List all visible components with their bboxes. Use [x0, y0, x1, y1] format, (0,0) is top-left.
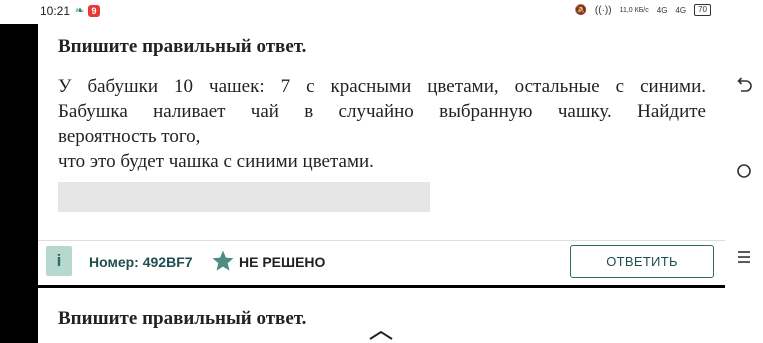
- mute-icon: 🔕: [574, 4, 587, 16]
- task-title: Впишите правильный ответ.: [58, 36, 307, 57]
- signal-icon-1: 4G: [656, 5, 668, 15]
- leaf-notification-icon: ❧: [75, 5, 85, 17]
- screen: 10:21 ❧ 9 🔕 ((·)) 11,0 КБ/с 4G 4G 70 Впи…: [0, 0, 763, 343]
- task-card: Впишите правильный ответ. У бабушки 10 ч…: [38, 24, 725, 240]
- status-indicators: 🔕 ((·)) 11,0 КБ/с 4G 4G 70: [574, 4, 711, 16]
- status-badge: НЕ РЕШЕНО: [239, 254, 326, 270]
- info-badge[interactable]: i: [46, 246, 72, 276]
- task-text: У бабушки 10 чашек: 7 с красными цветами…: [58, 74, 706, 174]
- task-info-bar: i Номер: 492BF7 НЕ РЕШЕНО ОТВЕТИТЬ: [38, 240, 725, 285]
- star-icon[interactable]: [211, 249, 235, 273]
- task-number: Номер: 492BF7: [89, 254, 193, 270]
- navigation-bar: [725, 0, 763, 343]
- next-task-card: Впишите правильный ответ.: [38, 288, 725, 343]
- answer-input[interactable]: [58, 182, 430, 212]
- app-notification-icon: 9: [88, 5, 100, 17]
- answer-button[interactable]: ОТВЕТИТЬ: [570, 245, 714, 278]
- task-text-line-2: Бабушка наливает чай в случайно выбранну…: [58, 101, 706, 122]
- signal-icon-2: 4G: [675, 5, 687, 15]
- menu-icon[interactable]: [735, 248, 753, 266]
- next-task-title: Впишите правильный ответ.: [58, 308, 307, 329]
- hotspot-icon: ((·)): [594, 4, 612, 16]
- status-time: 10:21: [40, 4, 71, 18]
- chevron-up-icon[interactable]: [368, 330, 394, 340]
- task-text-line-4: что это будет чашка с синими цветами.: [58, 151, 374, 172]
- battery-icon: 70: [694, 4, 711, 16]
- network-speed: 11,0 КБ/с: [619, 6, 649, 14]
- status-bar: 10:21 ❧ 9 🔕 ((·)) 11,0 КБ/с 4G 4G 70: [0, 0, 725, 24]
- home-icon[interactable]: [735, 162, 753, 180]
- back-icon[interactable]: [735, 76, 753, 94]
- task-text-line-1: У бабушки 10 чашек: 7 с красными цветами…: [58, 76, 706, 97]
- task-text-line-3: вероятность того,: [58, 126, 201, 147]
